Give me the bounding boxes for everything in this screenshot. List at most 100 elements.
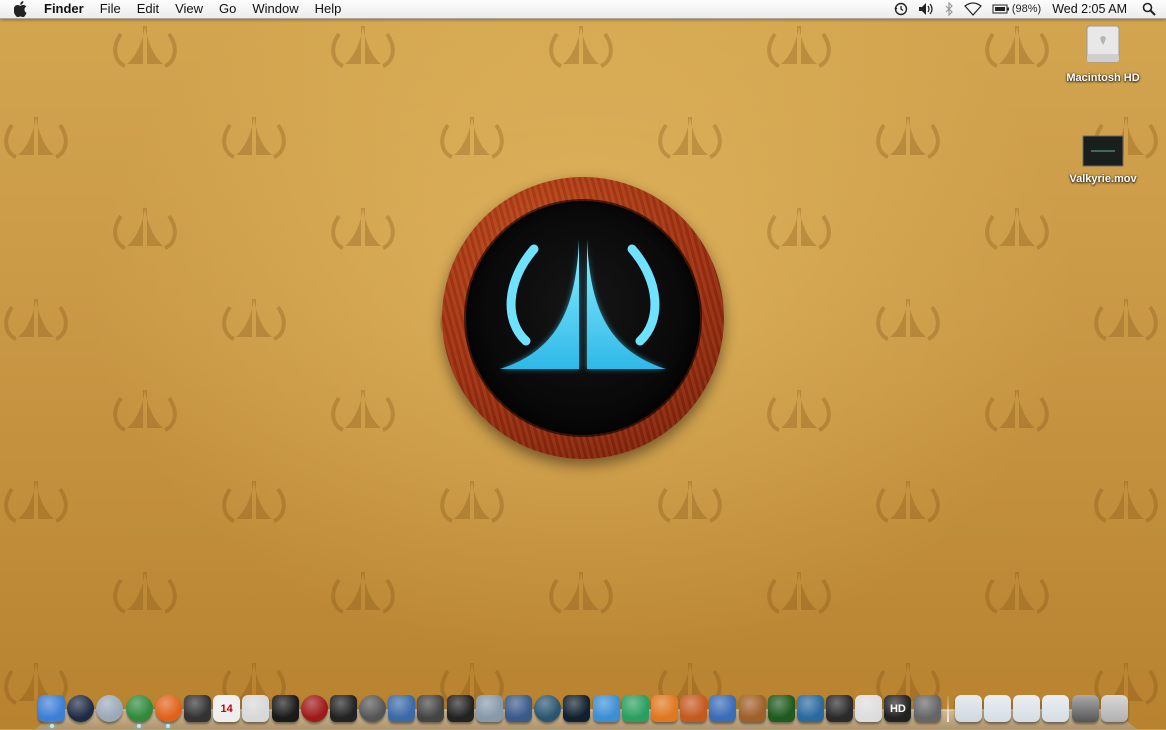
dock: 14 HD <box>34 686 1138 730</box>
cyberduck-icon[interactable] <box>621 695 649 722</box>
telescope-icon[interactable] <box>563 695 591 722</box>
trash-icon[interactable] <box>1100 695 1128 722</box>
apple-menu-icon[interactable] <box>12 0 30 18</box>
menu-edit[interactable]: Edit <box>129 0 167 18</box>
wallpaper-mark <box>4 297 68 341</box>
wallpaper-mark <box>4 115 68 159</box>
wallpaper-mark <box>222 479 286 523</box>
pages-icon[interactable] <box>650 695 678 722</box>
robot-icon[interactable] <box>709 695 737 722</box>
xcode-icon[interactable] <box>475 695 503 722</box>
ical-icon[interactable]: 14 <box>213 695 241 722</box>
movie-file-icon <box>1082 135 1124 167</box>
wallpaper-mark <box>222 115 286 159</box>
wallpaper-mark <box>331 388 395 432</box>
wallpaper-mark <box>113 388 177 432</box>
clapper-icon[interactable] <box>446 695 474 722</box>
desktop-icon-valkyrie-mov[interactable]: Valkyrie.mov <box>1058 133 1148 185</box>
keynote-icon[interactable] <box>680 695 708 722</box>
wallpaper-mark <box>767 24 831 68</box>
menu-app-finder[interactable]: Finder <box>42 0 92 18</box>
directory-utility-icon[interactable] <box>505 695 532 722</box>
valkyrie-logo <box>442 177 724 459</box>
menu-file[interactable]: File <box>92 0 129 18</box>
wallpaper-mark <box>331 24 395 68</box>
desktop-icon-macintosh-hd[interactable]: Macintosh HD <box>1058 24 1148 84</box>
dashboard-icon[interactable] <box>67 695 95 722</box>
menu-view[interactable]: View <box>167 0 211 18</box>
hard-drive-icon <box>1086 25 1120 63</box>
menu-window[interactable]: Window <box>244 0 306 18</box>
hd-icon[interactable]: HD <box>884 695 912 722</box>
bluetooth-icon[interactable] <box>939 0 959 18</box>
wallpaper-mark <box>440 479 504 523</box>
wallpaper-mark <box>331 570 395 614</box>
wallpaper-mark <box>113 206 177 250</box>
dvd-player-icon[interactable] <box>300 695 328 722</box>
hd-badge: HD <box>889 702 906 715</box>
wallpaper-mark <box>222 297 286 341</box>
wallpaper-mark <box>876 479 940 523</box>
wallpaper-mark <box>767 206 831 250</box>
desktop-icon-label: Macintosh HD <box>1066 72 1140 84</box>
valkyrie-emblem-icon <box>500 239 666 369</box>
display-icon[interactable] <box>271 695 299 722</box>
wallpaper-mark <box>549 570 613 614</box>
final-cut-icon[interactable] <box>417 695 445 722</box>
dock-icons: 14 HD <box>38 688 1130 728</box>
wallpaper-mark <box>440 115 504 159</box>
safari-icon[interactable] <box>96 695 124 722</box>
wallpaper-mark <box>331 206 395 250</box>
battery-status[interactable]: (98%) <box>987 0 1046 18</box>
menu-bar: Finder File Edit View Go Window Help (98… <box>0 0 1166 19</box>
pirate-icon[interactable] <box>826 695 854 722</box>
wallpaper-mark <box>113 570 177 614</box>
calendar-day: 14 <box>220 702 233 715</box>
menubar-clock[interactable]: Wed 2:05 AM <box>1046 2 1137 16</box>
folder-stack-icon[interactable] <box>1042 695 1070 722</box>
itunes-icon[interactable] <box>359 695 387 722</box>
wallpaper-mark <box>1094 479 1158 523</box>
wallpaper-mark <box>767 388 831 432</box>
volume-icon[interactable] <box>913 0 939 18</box>
wallpaper-mark <box>985 24 1049 68</box>
star-app-icon[interactable] <box>767 695 795 722</box>
wallpaper-mark <box>985 570 1049 614</box>
imovie-icon[interactable] <box>329 695 357 722</box>
wordpress-icon[interactable] <box>592 695 620 722</box>
running-indicator <box>49 724 54 728</box>
textedit-icon[interactable] <box>242 695 270 722</box>
wallpaper-mark <box>4 479 68 523</box>
spotlight-icon[interactable] <box>1137 0 1166 18</box>
menu-help[interactable]: Help <box>307 0 350 18</box>
battery-icon <box>992 4 1009 14</box>
finder-icon[interactable] <box>38 695 65 728</box>
system-preferences-icon[interactable] <box>913 695 941 722</box>
iphoto-icon[interactable] <box>388 695 416 722</box>
ichat-icon[interactable] <box>183 695 211 722</box>
applications-stack-icon[interactable] <box>954 695 982 722</box>
time-machine-icon[interactable] <box>534 695 562 722</box>
stormtrooper-icon[interactable] <box>855 695 883 722</box>
downloads-stack-icon[interactable] <box>1013 695 1041 722</box>
pot-icon[interactable] <box>738 695 766 722</box>
wallpaper-mark <box>985 388 1049 432</box>
dock-separator <box>946 696 949 722</box>
wallpaper-mark <box>985 206 1049 250</box>
globe-icon[interactable] <box>125 695 153 728</box>
wifi-icon[interactable] <box>959 0 987 18</box>
firefox-icon[interactable] <box>154 695 182 728</box>
game-icon[interactable] <box>796 695 824 722</box>
wallpaper-mark <box>876 297 940 341</box>
desktop[interactable]: Macintosh HD Valkyrie.mov <box>0 0 1166 729</box>
documents-stack-icon[interactable] <box>984 695 1011 722</box>
battery-percent: (98%) <box>1011 3 1042 15</box>
menu-go[interactable]: Go <box>211 0 244 18</box>
wallpaper-mark <box>1094 297 1158 341</box>
time-machine-icon[interactable] <box>889 0 913 18</box>
desktop-icon-label: Valkyrie.mov <box>1069 173 1137 185</box>
screenshots-stack-icon[interactable] <box>1071 695 1099 722</box>
wallpaper-mark <box>549 24 613 68</box>
wallpaper-mark <box>767 570 831 614</box>
wallpaper-mark <box>658 479 722 523</box>
